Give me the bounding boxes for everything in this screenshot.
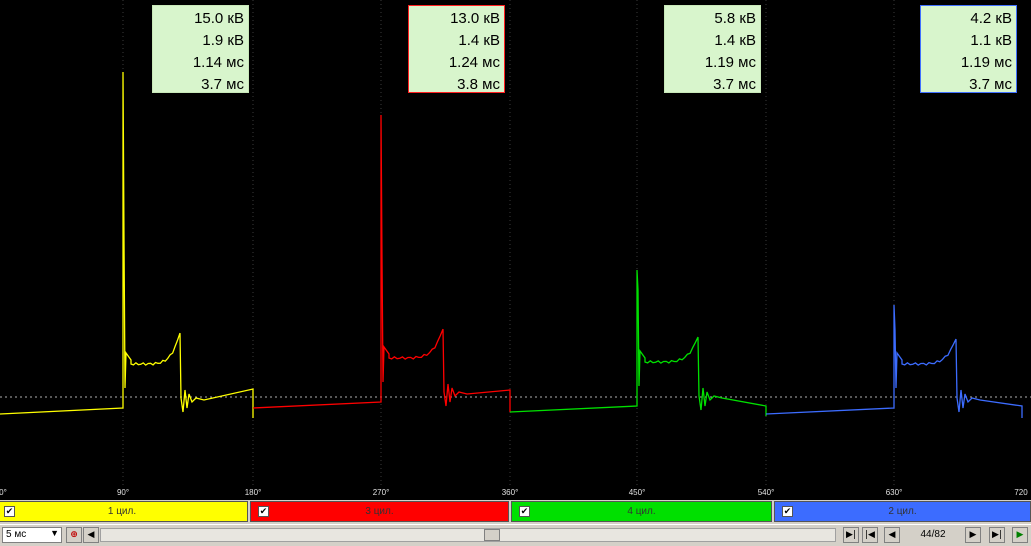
waveform-cyl2 xyxy=(765,304,1023,418)
horizontal-scrollbar[interactable] xyxy=(100,528,836,542)
last-frame-icon[interactable]: |◀ xyxy=(862,527,878,543)
burn-time: 1.14 мс xyxy=(192,54,244,71)
burn-time: 1.24 мс xyxy=(448,54,500,71)
oscilloscope-area[interactable]: 15.0 кВ 1.9 кВ 1.14 мс 3.7 мс 13.0 кВ 1.… xyxy=(0,0,1031,487)
waveform-cyl3 xyxy=(252,114,511,412)
peak-voltage: 5.8 кВ xyxy=(714,10,756,27)
axis-tick: 720 xyxy=(1014,488,1028,497)
chevron-down-icon: ▼ xyxy=(50,528,59,538)
measurement-box-cyl3: 13.0 кВ 1.4 кВ 1.24 мс 3.8 мс xyxy=(408,5,505,93)
burn-voltage: 1.4 кВ xyxy=(458,32,500,49)
channel-bar: ✔ 1 цил. ✔ 3 цил. ✔ 4 цил. ✔ 2 цил. xyxy=(0,500,1031,524)
axis-tick: 540° xyxy=(757,488,775,497)
page-indicator: 44/82 xyxy=(920,529,946,540)
axis-tick: 0° xyxy=(0,488,7,497)
control-bar: 5 мс ▼ ⊕ ◀ ▶| |◀ ◀ 44/82 ▶ ▶| ▶ xyxy=(0,524,1031,546)
axis-tick: 360° xyxy=(501,488,519,497)
zoom-in-icon[interactable]: ⊕ xyxy=(66,527,82,543)
scrollbar-thumb[interactable] xyxy=(484,529,500,541)
waveform-cyl1 xyxy=(0,71,254,418)
burn-voltage: 1.9 кВ xyxy=(202,32,244,49)
axis-tick: 450° xyxy=(628,488,646,497)
degree-axis: 0° 90° 180° 270° 360° 450° 540° 630° 720 xyxy=(0,487,1031,500)
channel-cyl4-toggle[interactable]: ✔ 4 цил. xyxy=(511,501,772,522)
timebase-select[interactable]: 5 мс ▼ xyxy=(2,527,62,543)
channel-label: 2 цил. xyxy=(888,506,917,517)
burn-time: 1.19 мс xyxy=(960,54,1012,71)
axis-tick: 90° xyxy=(116,488,130,497)
peak-voltage: 4.2 кВ xyxy=(970,10,1012,27)
first-icon[interactable]: ▶| xyxy=(843,527,859,543)
arrow-left-icon[interactable]: ◀ xyxy=(83,527,99,543)
channel-cyl2-toggle[interactable]: ✔ 2 цил. xyxy=(774,501,1031,522)
measurement-box-cyl2: 4.2 кВ 1.1 кВ 1.19 мс 3.7 мс xyxy=(920,5,1017,93)
peak-voltage: 13.0 кВ xyxy=(450,10,500,27)
dwell-time: 3.7 мс xyxy=(969,76,1012,93)
dwell-time: 3.8 мс xyxy=(457,76,500,93)
timebase-value: 5 мс xyxy=(6,529,27,540)
burn-voltage: 1.1 кВ xyxy=(970,32,1012,49)
measurement-box-cyl4: 5.8 кВ 1.4 кВ 1.19 мс 3.7 мс xyxy=(664,5,761,93)
axis-tick: 630° xyxy=(885,488,903,497)
channel-cyl3-toggle[interactable]: ✔ 3 цил. xyxy=(250,501,509,522)
axis-tick: 270° xyxy=(372,488,390,497)
next-icon[interactable]: ▶ xyxy=(965,527,981,543)
axis-tick: 180° xyxy=(244,488,262,497)
dwell-time: 3.7 мс xyxy=(201,76,244,93)
burn-time: 1.19 мс xyxy=(704,54,756,71)
waveform-cyl4 xyxy=(509,269,767,416)
burn-voltage: 1.4 кВ xyxy=(714,32,756,49)
prev-icon[interactable]: ◀ xyxy=(884,527,900,543)
channel-label: 3 цил. xyxy=(365,506,394,517)
dwell-time: 3.7 мс xyxy=(713,76,756,93)
peak-voltage: 15.0 кВ xyxy=(194,10,244,27)
channel-label: 4 цил. xyxy=(627,506,656,517)
channel-label: 1 цил. xyxy=(107,506,137,517)
play-icon[interactable]: ▶ xyxy=(1012,527,1028,543)
measurement-box-cyl1: 15.0 кВ 1.9 кВ 1.14 мс 3.7 мс xyxy=(152,5,249,93)
channel-cyl1-toggle[interactable]: ✔ 1 цил. xyxy=(0,501,248,522)
nav-last-icon[interactable]: ▶| xyxy=(989,527,1005,543)
